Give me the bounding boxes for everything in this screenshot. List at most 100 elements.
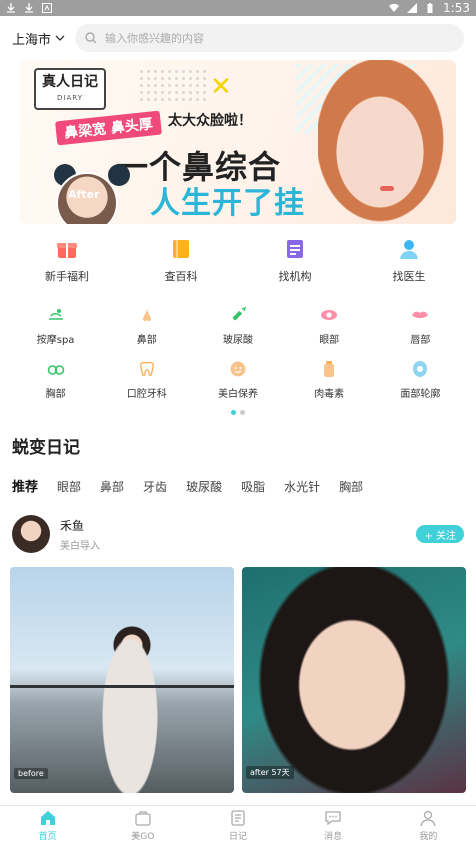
avatar[interactable]: [12, 515, 50, 553]
section-title: 蜕变日记: [12, 438, 80, 458]
bag-icon: [135, 811, 151, 826]
banner-decoration: [138, 68, 208, 102]
category-whitening[interactable]: 美白保养: [192, 360, 283, 400]
category-label: 口腔牙科: [126, 389, 167, 400]
tab-eye[interactable]: 眼部: [57, 478, 81, 495]
document-icon: [287, 240, 303, 258]
before-label: before: [14, 768, 48, 779]
category-label: 美白保养: [217, 389, 258, 400]
nav-profile[interactable]: 我的: [393, 806, 463, 845]
nav-label: 首页: [38, 832, 57, 842]
diary-icon: [231, 810, 245, 826]
category-nose[interactable]: 鼻部: [101, 306, 192, 346]
app-screen: 1:53 上海市 输入你感兴趣的内容 真人日记 DIARY ✕ 鼻梁宽 鼻头厚 …: [0, 0, 476, 845]
author-name[interactable]: 禾鱼: [60, 517, 406, 534]
banner-decoration: [380, 186, 394, 191]
follow-button[interactable]: + 关注: [416, 525, 464, 543]
category-label: 按摩spa: [36, 335, 75, 346]
category-eye[interactable]: 眼部: [284, 306, 375, 346]
category-label: 查百科: [164, 270, 198, 283]
signal-icon: [407, 3, 418, 13]
tab-recommend[interactable]: 推荐: [12, 476, 38, 495]
wifi-icon: [389, 3, 400, 13]
banner-after-label: After: [68, 188, 100, 201]
book-icon: [173, 240, 189, 258]
category-label: 唇部: [410, 335, 431, 346]
battery-icon: [427, 3, 433, 13]
category-botox[interactable]: 肉毒素: [284, 360, 375, 400]
chevron-down-icon: [55, 35, 65, 41]
banner-subline: 人生开了挂: [150, 186, 305, 221]
category-label: 找机构: [278, 270, 312, 283]
main-categories: 新手福利 查百科 找机构 找医生: [0, 224, 476, 284]
diary-author: 禾鱼 美白导入 + 关注: [0, 495, 476, 553]
pager-dot[interactable]: [240, 410, 245, 415]
tab-chest[interactable]: 胸部: [339, 478, 363, 495]
banner-logo-text: 真人日记: [42, 74, 98, 90]
tab-teeth[interactable]: 牙齿: [143, 478, 167, 495]
download-icon: [25, 3, 33, 13]
category-encyclopedia[interactable]: 查百科: [136, 238, 226, 284]
promo-banner[interactable]: 真人日记 DIARY ✕ 鼻梁宽 鼻头厚 太大众脸啦！ 一个鼻综合 人生开了挂 …: [20, 60, 456, 224]
tab-liposuction[interactable]: 吸脂: [241, 478, 265, 495]
category-label: 找医生: [392, 270, 426, 283]
pager-dot-active[interactable]: [231, 410, 236, 415]
face-icon: [230, 361, 246, 377]
search-placeholder: 输入你感兴趣的内容: [105, 32, 205, 45]
category-find-doctor[interactable]: 找医生: [364, 238, 454, 284]
search-input[interactable]: 输入你感兴趣的内容: [75, 24, 464, 52]
search-row: 上海市 输入你感兴趣的内容: [0, 16, 476, 60]
category-label: 新手福利: [45, 270, 89, 283]
gift-icon: [57, 243, 77, 258]
nav-messages[interactable]: 消息: [298, 806, 368, 845]
profile-icon: [420, 810, 436, 827]
nav-label: 我的: [419, 832, 438, 842]
category-label: 肉毒素: [314, 389, 345, 400]
nav-label: 日记: [228, 832, 247, 842]
tab-hyaluronic[interactable]: 玻尿酸: [186, 478, 222, 495]
status-time: 1:53: [443, 1, 470, 15]
author-info: 禾鱼 美白导入: [60, 517, 406, 552]
search-icon: [85, 32, 97, 44]
category-find-clinic[interactable]: 找机构: [250, 238, 340, 284]
nose-icon: [142, 308, 151, 322]
nav-mego[interactable]: 美GO: [108, 806, 178, 845]
category-label: 胸部: [45, 389, 66, 400]
banner-model-photo: [318, 60, 448, 224]
category-hyaluronic[interactable]: 玻尿酸: [192, 306, 283, 346]
banner-logo: 真人日记 DIARY: [34, 68, 106, 110]
banner-tag: 鼻梁宽 鼻头厚: [55, 110, 162, 146]
face-contour-icon: [413, 361, 428, 377]
banner-decoration: [108, 164, 130, 186]
lips-icon: [412, 311, 429, 318]
diary-photos: before after 57天: [0, 553, 476, 793]
tooth-icon: [139, 361, 154, 377]
tab-nose[interactable]: 鼻部: [100, 478, 124, 495]
nav-home[interactable]: 首页: [13, 806, 83, 845]
category-spa[interactable]: 按摩spa: [10, 306, 101, 346]
eye-icon: [321, 310, 338, 320]
project-categories: 按摩spa 鼻部 玻尿酸 眼部 唇部 胸部 口腔牙科 美白保养 肉毒素 面部轮廓: [0, 284, 476, 400]
city-selector[interactable]: 上海市: [12, 29, 65, 48]
category-label: 鼻部: [136, 335, 157, 346]
spa-icon: [48, 309, 63, 320]
tab-hydro-needle[interactable]: 水光针: [284, 478, 320, 495]
category-label: 眼部: [319, 335, 340, 346]
chest-icon: [47, 365, 64, 375]
close-x-decoration-icon: ✕: [210, 72, 232, 102]
nav-label: 消息: [324, 832, 343, 842]
category-label: 玻尿酸: [222, 335, 253, 346]
category-newbie-welfare[interactable]: 新手福利: [22, 238, 112, 284]
doctor-icon: [400, 240, 418, 259]
nav-diary[interactable]: 日记: [203, 806, 273, 845]
category-chest[interactable]: 胸部: [10, 360, 101, 400]
category-lips[interactable]: 唇部: [375, 306, 466, 346]
before-photo[interactable]: before: [10, 567, 234, 793]
author-project: 美白导入: [60, 540, 100, 552]
after-photo[interactable]: after 57天: [242, 567, 466, 793]
category-face-contour[interactable]: 面部轮廓: [375, 360, 466, 400]
app-notification-icon: [42, 3, 52, 13]
nav-label: 美GO: [131, 832, 155, 842]
category-dental[interactable]: 口腔牙科: [101, 360, 192, 400]
status-bar: 1:53: [0, 0, 476, 16]
